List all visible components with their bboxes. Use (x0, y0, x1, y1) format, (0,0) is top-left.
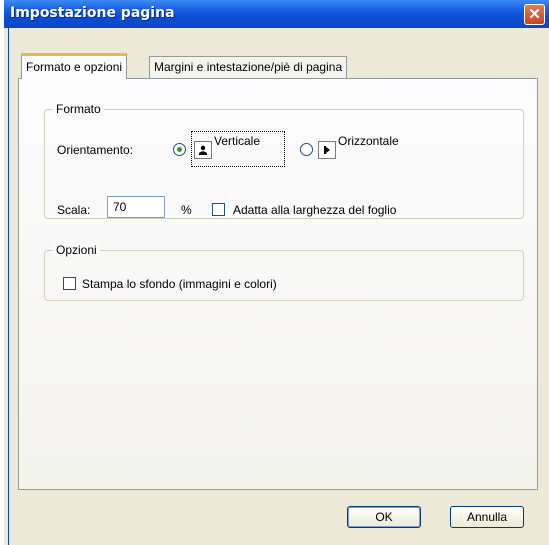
window-title: Impostazione pagina (10, 5, 175, 21)
print-background-checkbox[interactable] (63, 277, 76, 290)
opzioni-group: Opzioni (44, 243, 524, 301)
print-background-label[interactable]: Stampa lo sfondo (immagini e colori) (82, 277, 277, 291)
opzioni-legend: Opzioni (53, 243, 100, 257)
fit-width-label[interactable]: Adatta alla larghezza del foglio (233, 203, 396, 217)
portrait-radio[interactable] (173, 143, 186, 156)
landscape-radio[interactable] (300, 143, 313, 156)
landscape-icon (318, 141, 336, 159)
close-icon: ✕ (528, 6, 541, 23)
tab-margini-intestazione[interactable]: Margini e intestazione/piè di pagina (149, 56, 348, 78)
percent-sign: % (181, 203, 192, 217)
tab-panel: Formato Orientamento: Verticale Orizzont… (18, 78, 538, 490)
title-bar[interactable]: Impostazione pagina ✕ (4, 0, 549, 28)
portrait-icon (194, 141, 212, 159)
orientation-label: Orientamento: (57, 143, 134, 157)
window-border (8, 28, 9, 545)
scale-value: 70 (113, 200, 127, 214)
ok-button[interactable]: OK (347, 506, 421, 528)
portrait-label[interactable]: Verticale (214, 134, 260, 148)
tab-formato-opzioni[interactable]: Formato e opzioni (21, 53, 128, 79)
tab-label: Margini e intestazione/piè di pagina (154, 60, 343, 74)
landscape-label[interactable]: Orizzontale (338, 134, 399, 148)
fit-width-checkbox[interactable] (212, 203, 225, 216)
scale-label: Scala: (57, 203, 91, 217)
dialog-window: Impostazione pagina ✕ Formato e opzioni … (4, 0, 549, 545)
close-button[interactable]: ✕ (524, 4, 545, 25)
formato-legend: Formato (53, 102, 104, 116)
tab-label: Formato e opzioni (26, 60, 123, 74)
scale-input[interactable]: 70 (107, 196, 165, 218)
cancel-button[interactable]: Annulla (450, 506, 524, 528)
cancel-label: Annulla (466, 510, 508, 524)
ok-label: OK (375, 510, 393, 524)
